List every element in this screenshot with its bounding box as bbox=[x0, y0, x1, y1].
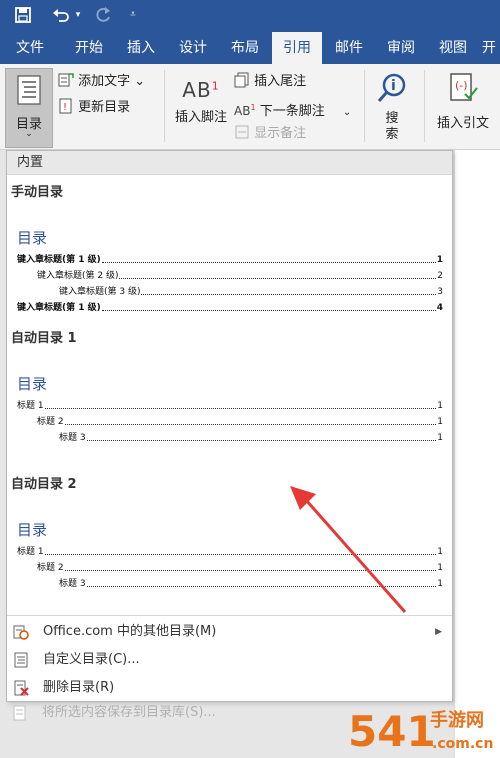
red-arrow-annotation bbox=[290, 486, 407, 613]
watermark-logo: 541 手游网 .com.cn bbox=[348, 707, 493, 756]
watermark-sub-text: 手游网 bbox=[430, 709, 484, 731]
watermark-domain-text: .com.cn bbox=[432, 736, 493, 752]
watermark-main-text: 541 bbox=[348, 707, 436, 756]
